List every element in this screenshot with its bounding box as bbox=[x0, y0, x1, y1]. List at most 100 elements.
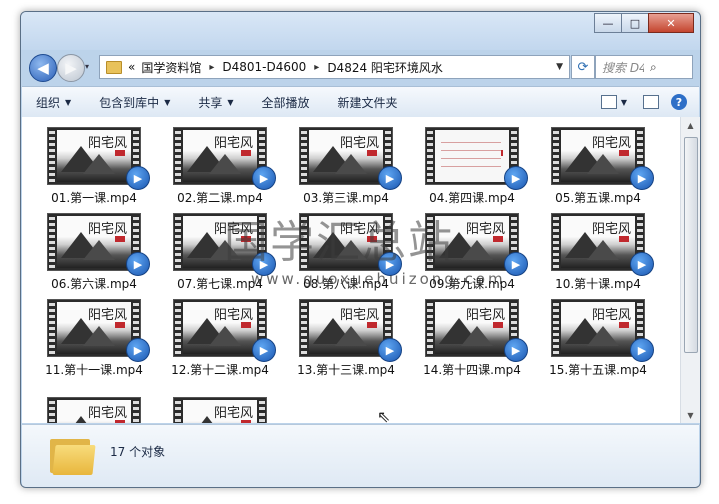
maximize-button[interactable]: □ bbox=[621, 13, 649, 33]
view-controls: ▼ ? bbox=[597, 94, 699, 110]
file-item[interactable]: 阳宅风 ▶ 05.第五课.mp4 bbox=[546, 127, 654, 207]
video-thumbnail: 阳宅风▶ bbox=[425, 127, 528, 190]
change-view-icon[interactable] bbox=[600, 95, 617, 109]
file-name: 05.第五课.mp4 bbox=[555, 191, 641, 205]
video-thumbnail: 阳宅风▶ bbox=[173, 397, 267, 423]
media-player-icon: ▶ bbox=[504, 252, 528, 276]
file-item[interactable]: 阳宅风 ▶ 14.第十四课.mp4 bbox=[420, 299, 528, 379]
share-button[interactable]: 共享 ▼ bbox=[184, 87, 247, 117]
video-thumbnail: 阳宅风▶ bbox=[299, 299, 402, 362]
file-item[interactable]: 阳宅风 ▶ 01.第一课.mp4 bbox=[42, 127, 150, 207]
back-button[interactable]: ◀ bbox=[29, 54, 57, 82]
video-thumbnail: 阳宅风▶ bbox=[425, 299, 528, 362]
media-player-icon: ▶ bbox=[630, 338, 654, 362]
recent-pages-button[interactable]: ▾ bbox=[85, 62, 89, 71]
file-item[interactable]: 阳宅风▶ bbox=[42, 397, 146, 423]
media-player-icon: ▶ bbox=[252, 338, 276, 362]
file-item[interactable]: 阳宅风 ▶ 09.第九课.mp4 bbox=[420, 213, 528, 293]
breadcrumb-separator[interactable]: ▸ bbox=[314, 62, 319, 73]
new-folder-button[interactable]: 新建文件夹 bbox=[324, 87, 412, 117]
scroll-thumb[interactable] bbox=[684, 137, 698, 353]
forward-button[interactable]: ▶ bbox=[57, 54, 85, 82]
breadcrumb-item[interactable]: D4801-D4600 bbox=[222, 60, 306, 74]
file-name: 08.第八课.mp4 bbox=[303, 277, 389, 291]
video-thumbnail: 阳宅风▶ bbox=[47, 127, 150, 190]
file-item[interactable]: 阳宅风 ▶ 15.第十五课.mp4 bbox=[546, 299, 654, 379]
file-name: 02.第二课.mp4 bbox=[177, 191, 263, 205]
file-name: 09.第九课.mp4 bbox=[429, 277, 515, 291]
file-item[interactable]: 阳宅风 ▶ 12.第十二课.mp4 bbox=[168, 299, 276, 379]
video-thumbnail: 阳宅风▶ bbox=[425, 213, 528, 276]
media-player-icon: ▶ bbox=[378, 166, 402, 190]
media-player-icon: ▶ bbox=[126, 166, 150, 190]
folder-icon bbox=[50, 435, 96, 475]
organize-label: 组织 bbox=[36, 95, 61, 110]
video-thumbnail: 阳宅风▶ bbox=[47, 299, 150, 362]
include-label: 包含到库中 bbox=[99, 95, 160, 110]
video-thumbnail: 阳宅风▶ bbox=[551, 299, 654, 362]
details-pane: 17 个对象 bbox=[22, 424, 699, 487]
item-count: 17 个对象 bbox=[110, 445, 166, 459]
file-item[interactable]: 阳宅风 ▶ 11.第十一课.mp4 bbox=[42, 299, 150, 379]
scroll-down-button[interactable]: ▼ bbox=[681, 407, 700, 423]
file-item[interactable]: 阳宅风 ▶ 08.第八课.mp4 bbox=[294, 213, 402, 293]
breadcrumb-item[interactable]: D4824 阳宅环境风水 bbox=[327, 59, 443, 76]
video-thumbnail: 阳宅风▶ bbox=[299, 127, 402, 190]
media-player-icon: ▶ bbox=[630, 166, 654, 190]
file-list: 阳宅风 ▶ 01.第一课.mp4 阳宅风 ▶ 02.第二课.mp4 阳宅风 ▶ 03.第三课.m… bbox=[22, 117, 680, 423]
video-thumbnail: 阳宅风▶ bbox=[47, 213, 150, 276]
explorer-window: — □ ✕ ◀ ▶ ▾ « 国学资料馆 ▸ D4801-D4600 ▸ D482… bbox=[20, 11, 701, 488]
chevron-down-icon[interactable]: ▼ bbox=[621, 98, 627, 107]
close-button[interactable]: ✕ bbox=[648, 13, 694, 33]
address-bar[interactable]: « 国学资料馆 ▸ D4801-D4600 ▸ D4824 阳宅环境风水 ▼ bbox=[99, 55, 570, 79]
video-thumbnail: 阳宅风▶ bbox=[173, 213, 276, 276]
media-player-icon: ▶ bbox=[378, 252, 402, 276]
mouse-pointer-icon: ⇖ bbox=[377, 407, 391, 426]
folder-icon bbox=[106, 60, 122, 74]
media-player-icon: ▶ bbox=[504, 338, 528, 362]
file-item[interactable]: 阳宅风 ▶ 06.第六课.mp4 bbox=[42, 213, 150, 293]
video-thumbnail: 阳宅风▶ bbox=[173, 127, 276, 190]
file-item[interactable]: 阳宅风 ▶ 10.第十课.mp4 bbox=[546, 213, 654, 293]
media-player-icon: ▶ bbox=[504, 166, 528, 190]
vertical-scrollbar[interactable]: ▲ ▼ bbox=[680, 117, 700, 423]
file-name: 13.第十三课.mp4 bbox=[297, 363, 395, 377]
minimize-button[interactable]: — bbox=[594, 13, 622, 33]
media-player-icon: ▶ bbox=[252, 252, 276, 276]
scroll-up-button[interactable]: ▲ bbox=[681, 117, 700, 133]
command-bar: 组织 ▼ 包含到库中 ▼ 共享 ▼ 全部播放 新建文件夹 ▼ ? bbox=[22, 86, 699, 118]
file-item[interactable]: 阳宅风 ▶ 07.第七课.mp4 bbox=[168, 213, 276, 293]
file-name: 14.第十四课.mp4 bbox=[423, 363, 521, 377]
file-name: 07.第七课.mp4 bbox=[177, 277, 263, 291]
video-thumbnail: 阳宅风▶ bbox=[299, 213, 402, 276]
chevron-down-icon: ▼ bbox=[164, 97, 171, 107]
media-player-icon: ▶ bbox=[378, 338, 402, 362]
file-name: 11.第十一课.mp4 bbox=[45, 363, 143, 377]
file-name: 01.第一课.mp4 bbox=[51, 191, 137, 205]
address-dropdown-button[interactable]: ▼ bbox=[556, 62, 563, 72]
help-icon[interactable]: ? bbox=[671, 94, 687, 110]
media-player-icon: ▶ bbox=[126, 338, 150, 362]
chevron-down-icon: ▼ bbox=[65, 97, 72, 107]
file-item[interactable]: 阳宅风 ▶ 13.第十三课.mp4 bbox=[294, 299, 402, 379]
media-player-icon: ▶ bbox=[630, 252, 654, 276]
file-item[interactable]: 阳宅风 ▶ 03.第三课.mp4 bbox=[294, 127, 402, 207]
breadcrumb-overflow[interactable]: « bbox=[128, 60, 135, 74]
search-box[interactable]: 搜索 D482... ⌕ bbox=[595, 55, 693, 79]
magnifier-icon[interactable]: ⌕ bbox=[644, 60, 692, 75]
file-name: 03.第三课.mp4 bbox=[303, 191, 389, 205]
organize-button[interactable]: 组织 ▼ bbox=[22, 87, 85, 117]
caption-buttons: — □ ✕ bbox=[594, 13, 694, 33]
file-item[interactable]: 阳宅风▶ bbox=[168, 397, 272, 423]
file-item[interactable]: 阳宅风 ▶ 02.第二课.mp4 bbox=[168, 127, 276, 207]
file-item[interactable]: 阳宅风▶04.第四课.mp4 bbox=[420, 127, 528, 207]
preview-pane-icon[interactable] bbox=[643, 95, 659, 109]
refresh-button[interactable]: ⟳ bbox=[571, 55, 595, 79]
chevron-down-icon: ▼ bbox=[227, 97, 234, 107]
breadcrumb-separator[interactable]: ▸ bbox=[209, 62, 214, 73]
media-player-icon: ▶ bbox=[252, 166, 276, 190]
breadcrumb-item[interactable]: 国学资料馆 bbox=[141, 59, 201, 76]
include-in-library-button[interactable]: 包含到库中 ▼ bbox=[85, 87, 184, 117]
search-placeholder: 搜索 D482... bbox=[602, 60, 644, 75]
play-all-button[interactable]: 全部播放 bbox=[248, 87, 324, 117]
